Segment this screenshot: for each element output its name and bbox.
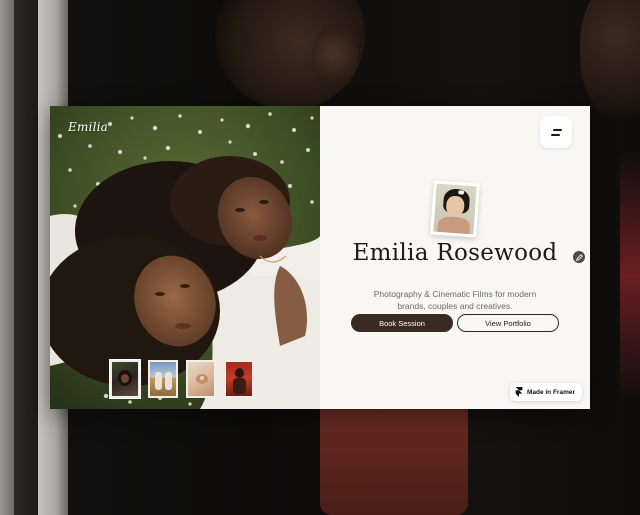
portfolio-card: Emilia Emilia Rosewood Photography & Cin… [50, 106, 590, 409]
view-portfolio-button[interactable]: View Portfolio [457, 314, 559, 332]
logo[interactable]: Emilia [68, 120, 108, 134]
gallery-thumbnail-3[interactable] [186, 360, 216, 398]
edit-button[interactable] [573, 251, 585, 263]
edit-icon [575, 253, 583, 261]
intro-panel: Emilia Rosewood Photography & Cinematic … [320, 106, 590, 409]
framer-logo-icon [515, 387, 523, 397]
profile-portrait [430, 180, 480, 238]
gallery-thumbnail-2[interactable] [148, 360, 178, 398]
gallery-thumbnail-1[interactable] [109, 359, 141, 399]
menu-icon [552, 128, 562, 131]
gallery-thumbnails [109, 359, 254, 399]
page-title: Emilia Rosewood [352, 240, 558, 266]
made-in-framer-badge[interactable]: Made in Framer [509, 383, 582, 401]
gallery-thumbnail-4[interactable] [224, 360, 254, 398]
tagline: Photography & Cinematic Films for modern… [373, 288, 537, 311]
hero-image: Emilia [50, 106, 320, 409]
badge-label: Made in Framer [526, 388, 575, 396]
book-session-button[interactable]: Book Session [351, 314, 453, 332]
menu-button[interactable] [540, 116, 572, 148]
